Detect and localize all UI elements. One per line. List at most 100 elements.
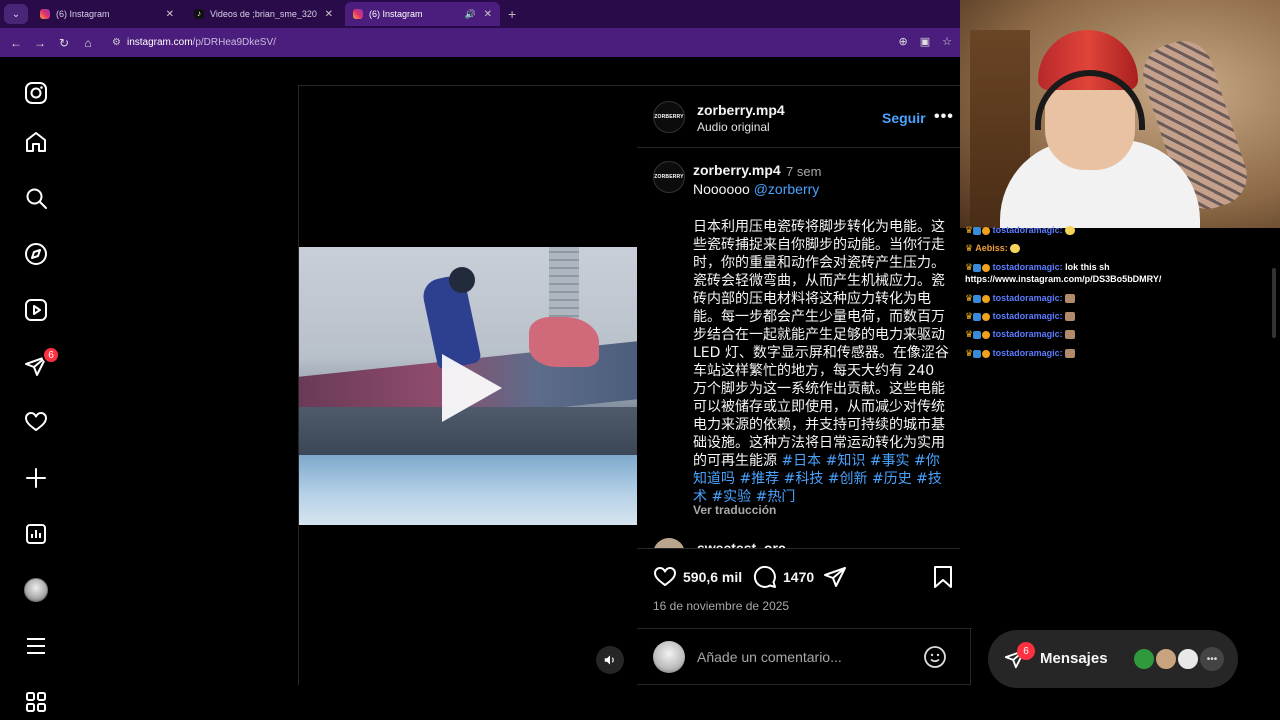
my-avatar: [653, 641, 685, 673]
caption-author-avatar[interactable]: ZORBERRY: [653, 161, 685, 193]
tab-title: (6) Instagram: [369, 9, 423, 19]
close-tab-icon[interactable]: ✕: [166, 9, 174, 20]
browser-tab-bar: ⌄ (6) Instagram ✕ ♪ Videos de ;brian_sme…: [0, 0, 960, 28]
comment-input[interactable]: Añade un comentario...: [697, 649, 842, 665]
wave-emote-icon: [1065, 226, 1076, 236]
bookmark-star-icon[interactable]: ☆: [942, 35, 952, 48]
chat-username: tostadoramagic:: [992, 348, 1063, 358]
comment-bubble-icon: [753, 565, 776, 588]
notifications-heart-icon[interactable]: [24, 410, 48, 434]
chat-username: tostadoramagic:: [992, 329, 1063, 339]
instagram-sidebar: 6: [0, 57, 72, 720]
follow-button[interactable]: Seguir: [882, 110, 926, 126]
more-options-icon[interactable]: •••: [934, 108, 954, 126]
emoji-icon[interactable]: [923, 645, 947, 669]
close-tab-icon[interactable]: ✕: [484, 9, 492, 20]
caption-body-text: 日本利用压电瓷砖将脚步转化为电能。这些瓷砖捕捉来自你脚步的动能。当你行走时，你的…: [693, 219, 949, 469]
cast-icon[interactable]: ▣: [920, 35, 930, 48]
menu-hamburger-icon[interactable]: [24, 634, 48, 658]
messages-badge: 6: [42, 346, 60, 364]
also-from-meta-icon[interactable]: [24, 690, 48, 714]
address-bar[interactable]: ⚙ instagram.com/p/DRHea9DkeSV/: [112, 37, 276, 48]
post-time[interactable]: 7 sem: [786, 164, 821, 179]
browser-tab-3-active[interactable]: (6) Instagram 🔊 ✕: [345, 2, 500, 26]
chat-message: ♛ tostadoramagic:: [965, 224, 1076, 236]
messages-label: Mensajes: [1040, 650, 1108, 667]
caption-first-line: Noooooo @zorberry: [693, 181, 819, 197]
cat-emote-icon: [1065, 330, 1076, 340]
reels-icon[interactable]: [24, 298, 48, 322]
heart-icon: [654, 567, 676, 586]
caption-scroll-area[interactable]: ZORBERRY zorberry.mp4 7 sem Noooooo @zor…: [637, 148, 972, 548]
post-details: ZORBERRY zorberry.mp4 Audio original Seg…: [637, 86, 972, 686]
tab-list-button[interactable]: ⌄: [4, 4, 28, 24]
webcam-overlay: [960, 0, 1280, 228]
chat-message: ♛ Aebiss:: [965, 242, 1021, 254]
browser-tab-2[interactable]: ♪ Videos de ;brian_sme_320 (@lu ✕: [186, 2, 341, 26]
chat-username: tostadoramagic:: [992, 225, 1063, 235]
chat-username: tostadoramagic:: [992, 262, 1063, 272]
post-header: ZORBERRY zorberry.mp4 Audio original Seg…: [637, 86, 972, 148]
chat-username: tostadoramagic:: [992, 293, 1063, 303]
chat-username: Aebiss:: [975, 243, 1008, 253]
home-icon[interactable]: [24, 130, 48, 154]
profile-avatar[interactable]: [24, 578, 48, 602]
volume-icon[interactable]: [596, 646, 624, 674]
instagram-logo-icon[interactable]: [24, 81, 48, 105]
site-info-icon[interactable]: ⚙: [112, 37, 121, 48]
chat-text: lok this sh: [1065, 262, 1110, 272]
reload-icon[interactable]: ↻: [52, 36, 76, 50]
share-button[interactable]: [823, 565, 847, 589]
tiktok-favicon-icon: ♪: [194, 9, 204, 19]
close-tab-icon[interactable]: ✕: [325, 9, 333, 20]
search-icon[interactable]: [24, 186, 48, 210]
direct-messages-icon[interactable]: 6: [24, 346, 60, 378]
like-button[interactable]: 590,6 mil: [653, 565, 742, 589]
chat-link[interactable]: https://www.instagram.com/p/DS3Bo5bDMRY/: [965, 274, 1161, 284]
dashboard-chart-icon[interactable]: [24, 522, 48, 546]
caption-body: 日本利用压电瓷砖将脚步转化为电能。这些瓷砖捕捉来自你脚步的动能。当你行走时，你的…: [693, 218, 951, 506]
like-count: 590,6 mil: [683, 569, 743, 585]
audio-link[interactable]: Audio original: [697, 120, 770, 134]
more-conversations-icon: •••: [1200, 647, 1224, 671]
play-icon[interactable]: [442, 354, 502, 422]
add-comment-row: Añade un comentario...: [637, 628, 972, 686]
post-date[interactable]: 16 de noviembre de 2025: [653, 599, 789, 613]
author-avatar[interactable]: ZORBERRY: [653, 101, 685, 133]
comment-button[interactable]: 1470: [753, 565, 814, 589]
speaker-icon[interactable]: 🔊: [465, 9, 476, 20]
mention-link[interactable]: @zorberry: [754, 181, 820, 197]
instagram-favicon-icon: [353, 9, 363, 19]
commenter-username[interactable]: sweetest_orc: [697, 540, 786, 548]
explore-compass-icon[interactable]: [24, 242, 48, 266]
chat-scrollbar[interactable]: [1272, 268, 1276, 338]
wave-emote-icon: [1010, 244, 1021, 254]
new-tab-button[interactable]: +: [508, 6, 516, 22]
messages-button[interactable]: 6 Mensajes •••: [988, 630, 1238, 688]
chat-message: ♛ tostadoramagic:: [965, 310, 1076, 322]
screen: ⌄ (6) Instagram ✕ ♪ Videos de ;brian_sme…: [0, 0, 1280, 720]
share-icon: [824, 567, 846, 587]
url-host: instagram.com: [126, 37, 193, 48]
zoom-icon[interactable]: ⊕: [899, 35, 908, 48]
post-actions: 590,6 mil 1470 16 de noviembre de 2025: [637, 548, 972, 628]
url-path: /p/DRHea9DkeSV/: [192, 37, 276, 48]
author-username[interactable]: zorberry.mp4: [697, 102, 785, 118]
create-plus-icon[interactable]: [24, 466, 48, 490]
browser-toolbar: ← → ↻ ⌂ ⚙ instagram.com/p/DRHea9DkeSV/ ⊕…: [0, 28, 960, 57]
see-translation-link[interactable]: Ver traducción: [693, 503, 776, 517]
browser-tab-1[interactable]: (6) Instagram ✕: [32, 2, 182, 26]
messages-badge: 6: [1017, 642, 1035, 660]
back-icon[interactable]: ←: [4, 36, 28, 50]
caption-text: Noooooo: [693, 181, 754, 197]
forward-icon[interactable]: →: [28, 36, 52, 50]
caption-username[interactable]: zorberry.mp4: [693, 162, 781, 178]
commenter-avatar[interactable]: [653, 538, 685, 548]
bookmark-icon: [934, 566, 952, 588]
chat-message: ♛ tostadoramagic:: [965, 292, 1076, 304]
chat-message: ♛ tostadoramagic:: [965, 328, 1076, 340]
home-icon[interactable]: ⌂: [76, 36, 100, 50]
video-player[interactable]: [299, 86, 637, 686]
save-button[interactable]: [932, 565, 954, 589]
stream-chat: ♛ tostadoramagic: ♛ Aebiss: ♛ tostadoram…: [960, 225, 1280, 628]
